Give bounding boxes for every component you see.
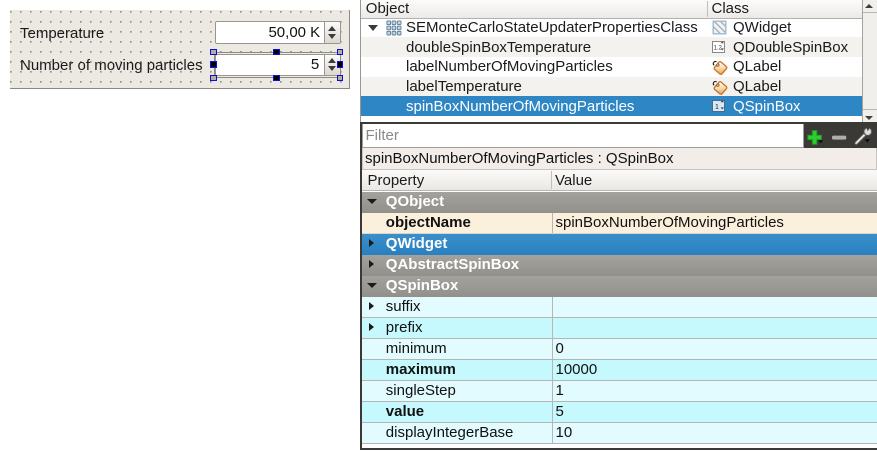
svg-text:1: 1	[715, 104, 719, 111]
